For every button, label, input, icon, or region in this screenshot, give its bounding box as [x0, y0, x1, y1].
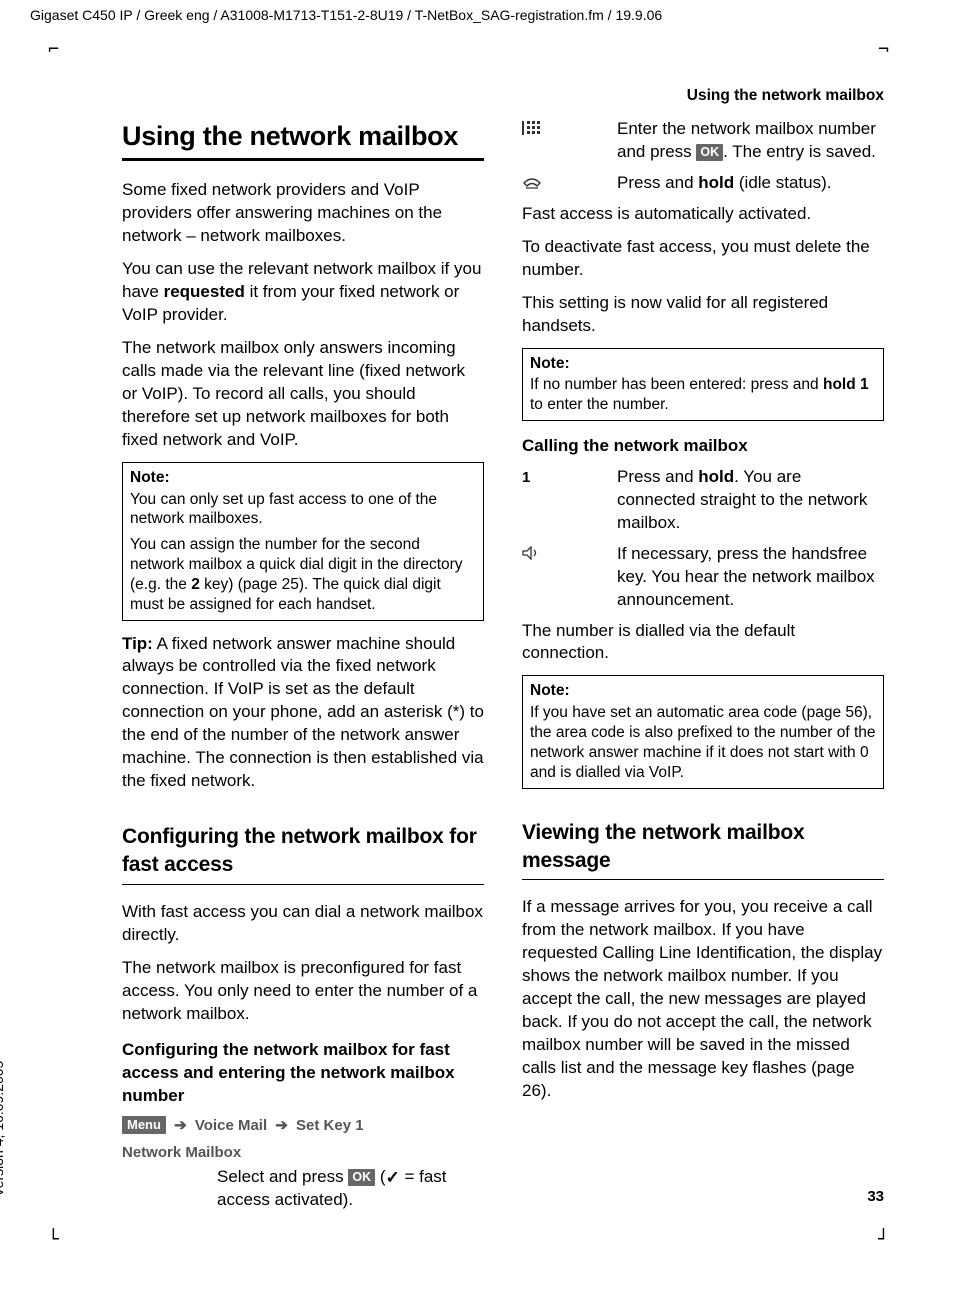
procedure-step: Enter the network mailbox number and pre… — [522, 118, 884, 164]
body-text: Some fixed network providers and VoIP pr… — [122, 179, 484, 248]
menu-path: Menu ➔ Voice Mail ➔ Set Key 1 — [122, 1116, 484, 1136]
body-text: Fast access is automatically activated. — [522, 203, 884, 226]
body-text: You can use the relevant network mailbox… — [122, 258, 484, 327]
ok-key-icon: OK — [696, 144, 723, 161]
page-title: Using the network mailbox — [122, 118, 484, 161]
note-title: Note: — [130, 468, 476, 488]
sub-heading: Configuring the network mailbox for fast… — [122, 1039, 484, 1108]
menu-entry-label: Network Mailbox — [122, 1143, 484, 1163]
body-text: With fast access you can dial a network … — [122, 901, 484, 947]
page-content: Using the network mailbox Some fixed net… — [122, 118, 884, 1222]
version-label: Version 4, 16.09.2005 — [0, 1061, 8, 1197]
body-text: The network mailbox only answers incomin… — [122, 337, 484, 452]
arrow-icon: ➔ — [275, 1117, 288, 1134]
crop-mark: ¬ — [878, 38, 889, 62]
check-icon: ✓ — [386, 1167, 400, 1190]
body-text: This setting is now valid for all regist… — [522, 292, 884, 338]
crop-mark: └ — [48, 1228, 59, 1252]
key-1-icon: 1 — [522, 466, 617, 535]
procedure-step: 1 Press and hold. You are connected stra… — [522, 466, 884, 535]
crop-mark: ⌐ — [48, 38, 59, 62]
section-heading: Configuring the network mailbox for fast… — [122, 823, 484, 885]
running-header: Using the network mailbox — [687, 86, 884, 107]
crop-mark: ┘ — [878, 1228, 889, 1252]
doc-path-header: Gigaset C450 IP / Greek eng / A31008-M17… — [30, 6, 662, 25]
note-text: You can assign the number for the second… — [130, 535, 476, 614]
section-heading: Viewing the network mailbox message — [522, 819, 884, 881]
note-box: Note: If no number has been entered: pre… — [522, 348, 884, 421]
body-text: The network mailbox is preconfigured for… — [122, 957, 484, 1026]
note-box: Note: If you have set an automatic area … — [522, 675, 884, 788]
procedure-step: If necessary, press the handsfree key. Y… — [522, 543, 884, 612]
tip-text: Tip: A fixed network answer machine shou… — [122, 633, 484, 794]
column-right: Enter the network mailbox number and pre… — [522, 118, 884, 1222]
note-text: If you have set an automatic area code (… — [530, 703, 876, 782]
keypad-enter-icon — [522, 118, 617, 164]
procedure-step: Press and hold (idle status). — [522, 172, 884, 195]
menu-item: Set Key 1 — [296, 1117, 364, 1134]
note-text: You can only set up fast access to one o… — [130, 490, 476, 530]
menu-item: Voice Mail — [195, 1117, 267, 1134]
body-text: If a message arrives for you, you receiv… — [522, 896, 884, 1102]
step-text: Select and press OK (✓ = fast access act… — [217, 1166, 484, 1212]
note-text: If no number has been entered: press and… — [530, 375, 876, 415]
note-box: Note: You can only set up fast access to… — [122, 462, 484, 621]
sub-heading: Calling the network mailbox — [522, 435, 884, 458]
column-left: Using the network mailbox Some fixed net… — [122, 118, 484, 1222]
note-title: Note: — [530, 354, 876, 374]
menu-key-icon: Menu — [122, 1116, 166, 1134]
body-text: The number is dialled via the default co… — [522, 620, 884, 666]
note-title: Note: — [530, 681, 876, 701]
handsfree-key-icon — [522, 543, 617, 612]
body-text: To deactivate fast access, you must dele… — [522, 236, 884, 282]
arrow-icon: ➔ — [174, 1117, 187, 1134]
ok-key-icon: OK — [348, 1169, 375, 1186]
hangup-key-icon — [522, 172, 617, 195]
